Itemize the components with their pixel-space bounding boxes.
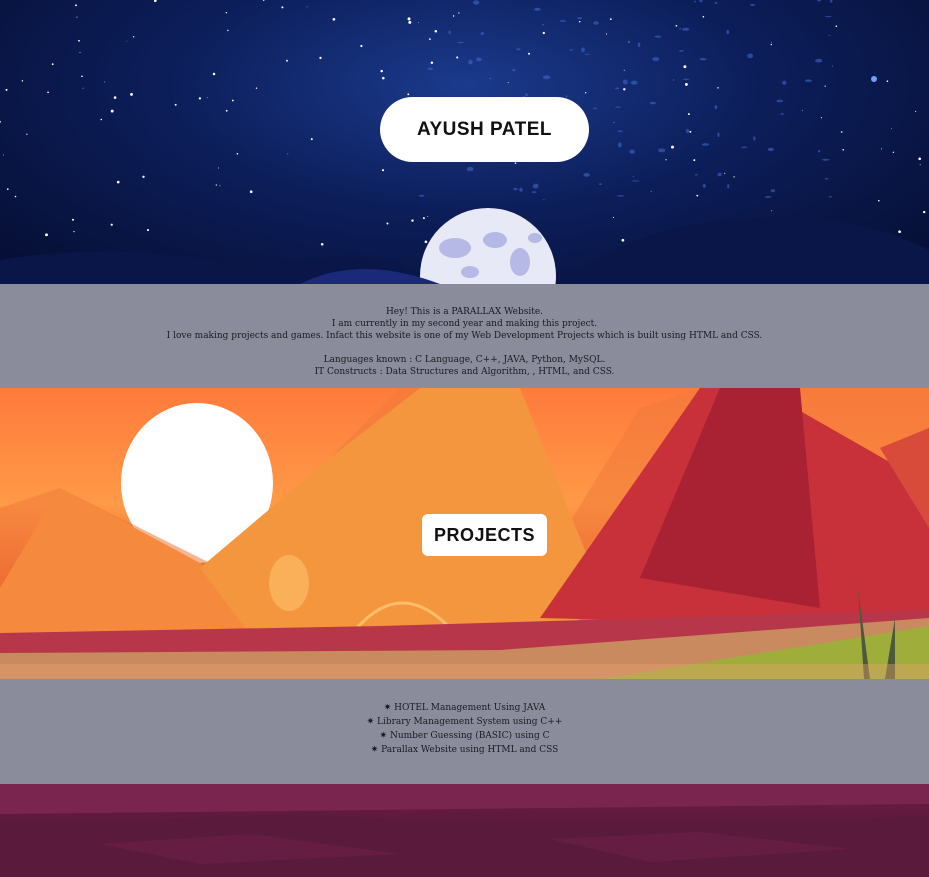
about-languages: Languages known : C Language, C++, JAVA,…	[323, 355, 606, 365]
projects-list-section: ✷ HOTEL Management Using JAVA ✷ Library …	[0, 679, 929, 784]
bullet-star-icon: ✷	[366, 717, 375, 727]
list-item: ✷ Number Guessing (BASIC) using C	[379, 731, 550, 741]
about-line-intro: Hey! This is a PARALLAX Website.	[385, 307, 544, 317]
list-item: ✷ Parallax Website using HTML and CSS	[370, 745, 559, 755]
projects-hero-section: PROJECTS	[0, 388, 929, 679]
list-item: ✷ HOTEL Management Using JAVA	[383, 703, 546, 713]
about-section: Hey! This is a PARALLAX Website. I am cu…	[0, 284, 929, 388]
hero-section: AYUSH PATEL	[0, 0, 929, 284]
about-text: Hey! This is a PARALLAX Website. I am cu…	[0, 306, 929, 378]
bullet-star-icon: ✷	[383, 703, 392, 713]
purple-landscape-illustration	[0, 784, 929, 877]
about-constructs: IT Constructs : Data Structures and Algo…	[314, 367, 615, 377]
site-title: AYUSH PATEL	[380, 97, 589, 162]
bullet-star-icon: ✷	[379, 731, 388, 741]
bullet-star-icon: ✷	[370, 745, 379, 755]
about-line-year: I am currently in my second year and mak…	[331, 319, 598, 329]
footer-illustration-section	[0, 784, 929, 877]
projects-list: ✷ HOTEL Management Using JAVA ✷ Library …	[0, 701, 929, 757]
projects-title: PROJECTS	[422, 514, 547, 556]
list-item: ✷ Library Management System using C++	[366, 717, 563, 727]
about-line-projects: I love making projects and games. Infact…	[166, 331, 763, 341]
